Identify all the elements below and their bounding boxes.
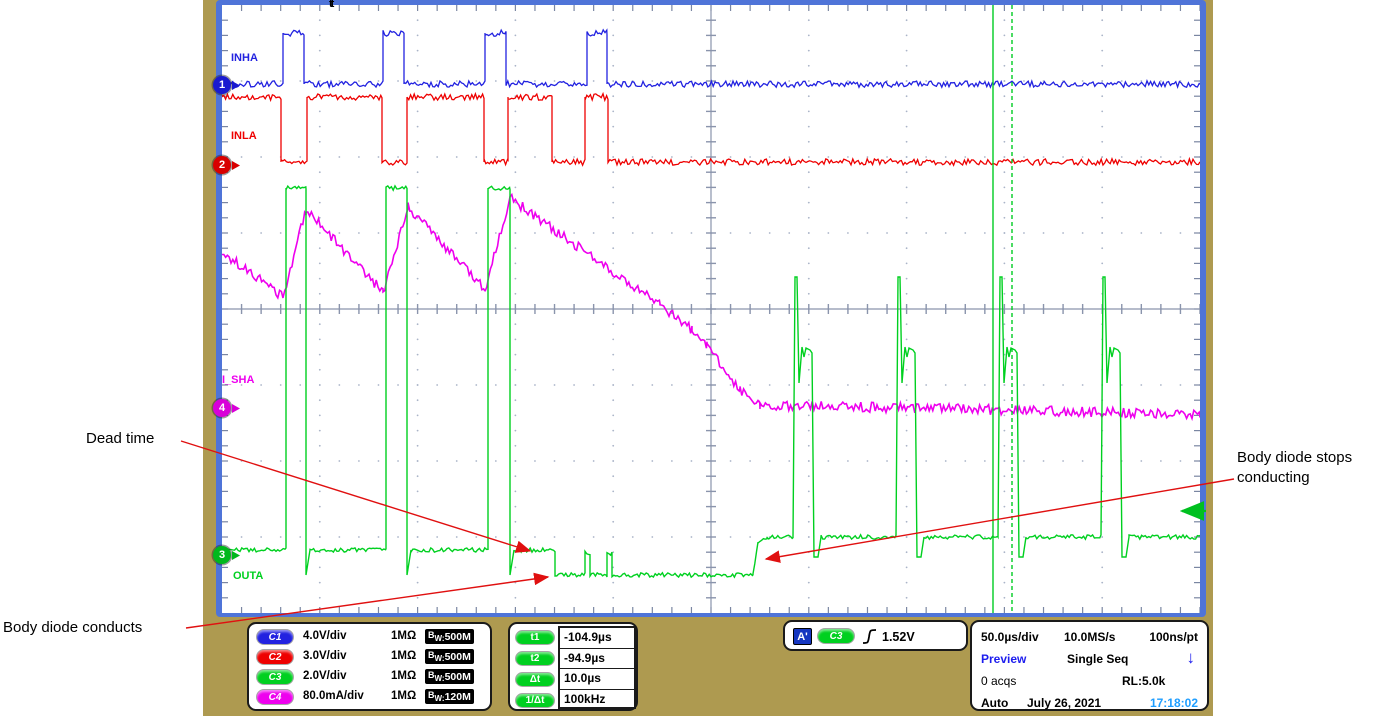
channel3-impedance: 1MΩ — [391, 670, 416, 682]
annotation-dead-time: Dead time — [86, 429, 154, 449]
channel4-pill[interactable]: C4 — [257, 690, 293, 704]
timebase-scale: 50.0µs/div — [981, 630, 1039, 644]
channel1-ref-badge[interactable]: 1 — [213, 76, 231, 94]
cursor-dt-value: 10.0µs — [560, 669, 634, 690]
channel1-pill[interactable]: C1 — [257, 630, 293, 644]
channel2-impedance: 1MΩ — [391, 650, 416, 662]
channel2-ref-badge[interactable]: 2 — [213, 156, 231, 174]
channel4-ref-badge[interactable]: 4 — [213, 399, 231, 417]
channel2-scale: 3.0V/div — [303, 650, 346, 662]
bw-sub: W: — [435, 654, 445, 663]
acq-mode: Single Seq — [1067, 652, 1128, 666]
sample-resolution: 100ns/pt — [1149, 630, 1198, 644]
cursor-dt-pill[interactable]: Δt — [516, 673, 554, 686]
bw-sub: W: — [435, 674, 445, 683]
trigger-mode-label: Auto — [981, 696, 1008, 710]
bw-sub: W: — [435, 634, 445, 643]
cursor-t2-pill[interactable]: t2 — [516, 652, 554, 665]
acquisition-count: 0 acqs — [981, 674, 1016, 688]
channel2-bandwidth: BW:500M — [425, 649, 474, 664]
bw-sub: W: — [435, 694, 445, 703]
channel4-impedance: 1MΩ — [391, 690, 416, 702]
annotation-body-diode-stops-line1: Body diode stops — [1237, 448, 1352, 468]
cursor-t1-pill[interactable]: t1 — [516, 631, 554, 644]
bw-value: 500M — [445, 671, 471, 683]
acq-status: Preview — [981, 652, 1026, 666]
trigger-slope-icon — [861, 627, 879, 646]
channel3-pill[interactable]: C3 — [257, 670, 293, 684]
cursor-invdt-value: 100kHz — [560, 690, 634, 711]
trigger-panel[interactable]: A' C3 1.52V — [783, 620, 968, 651]
time-label: 17:18:02 — [1150, 696, 1198, 710]
channel4-bandwidth: BW:120M — [425, 689, 474, 704]
channel1-scale: 4.0V/div — [303, 630, 346, 642]
channel2-pill[interactable]: C2 — [257, 650, 293, 664]
trace-label-inha: INHA — [231, 52, 258, 64]
trigger-level: 1.52V — [882, 630, 915, 644]
channel1-bandwidth: BW:500M — [425, 629, 474, 644]
annotation-body-diode-stops-line2: conducting — [1237, 468, 1352, 488]
annotation-body-diode-conducts: Body diode conducts — [3, 618, 142, 638]
cursor-invdt-pill[interactable]: 1/Δt — [516, 694, 554, 707]
channel3-ref-badge[interactable]: 3 — [213, 546, 231, 564]
bw-value: 500M — [445, 631, 471, 643]
timebase-panel[interactable]: 50.0µs/div 10.0MS/s 100ns/pt Preview Sin… — [970, 620, 1209, 711]
trigger-mode-box[interactable]: A' — [793, 628, 812, 645]
bw-value: 120M — [445, 691, 471, 703]
cursor-t2-value: -94.9µs — [560, 649, 634, 670]
annotation-body-diode-stops: Body diode stops conducting — [1237, 448, 1352, 488]
trace-label-isha: I_SHA — [222, 374, 254, 386]
trigger-source-pill[interactable]: C3 — [818, 629, 854, 643]
channel1-impedance: 1MΩ — [391, 630, 416, 642]
channel3-bandwidth: BW:500M — [425, 669, 474, 684]
cursor-values-box: -104.9µs -94.9µs 10.0µs 100kHz — [558, 626, 636, 709]
trace-label-inla: INLA — [231, 130, 257, 142]
sample-rate: 10.0MS/s — [1064, 630, 1115, 644]
channel4-scale: 80.0mA/div — [303, 690, 364, 702]
channel3-scale: 2.0V/div — [303, 670, 346, 682]
record-length: RL:5.0k — [1122, 674, 1165, 688]
cursor-t1-value: -104.9µs — [560, 628, 634, 649]
oscilloscope-screenshot: { "annotations": { "dead_time": "Dead ti… — [0, 0, 1393, 716]
graticule-waveform-display — [222, 5, 1200, 613]
bw-value: 500M — [445, 651, 471, 663]
arrow-down-icon: ↓ — [1187, 648, 1196, 668]
channel-settings-panel[interactable]: C1 4.0V/div 1MΩ BW:500M C2 3.0V/div 1MΩ … — [247, 622, 492, 711]
cursor-readout-panel[interactable]: t1 t2 Δt 1/Δt -104.9µs -94.9µs 10.0µs 10… — [508, 622, 638, 711]
trigger-position-marker: tt — [329, 0, 332, 10]
trace-label-outa: OUTA — [233, 570, 263, 582]
date-label: July 26, 2021 — [1027, 696, 1101, 710]
